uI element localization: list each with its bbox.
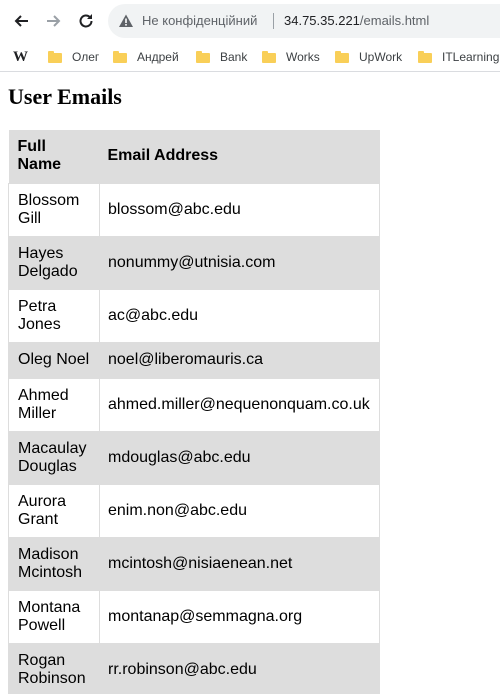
- page-content: User Emails Full Name Email Address Blos…: [0, 73, 500, 694]
- bookmark-oleg[interactable]: Олег: [48, 48, 99, 66]
- cell-email: noel@liberomauris.ca: [99, 341, 380, 379]
- table-row: Hayes Delgado nonummy@utnisia.com: [8, 235, 380, 290]
- cell-full-name: Aurora Grant: [8, 483, 100, 538]
- url-host: 34.75.35.221: [284, 13, 360, 28]
- cell-full-name: Hayes Delgado: [8, 235, 100, 290]
- bookmark-itlearning[interactable]: ITLearning: [418, 48, 499, 66]
- cell-email: ahmed.miller@nequenonquam.co.uk: [99, 377, 380, 432]
- cell-email: mdouglas@abc.edu: [99, 430, 380, 485]
- address-bar[interactable]: Не конфіденційний 34.75.35.221/emails.ht…: [108, 4, 500, 38]
- not-secure-warning-icon[interactable]: [118, 13, 134, 29]
- cell-email: blossom@abc.edu: [99, 182, 380, 237]
- reload-button[interactable]: [72, 7, 100, 35]
- header-email-address: Email Address: [99, 130, 380, 183]
- folder-icon: [262, 51, 276, 63]
- cell-full-name: Macaulay Douglas: [8, 430, 100, 485]
- table-row: Aurora Grant enim.non@abc.edu: [8, 483, 380, 538]
- table-row: Montana Powell montanap@semmagna.org: [8, 589, 380, 644]
- forward-button[interactable]: [40, 7, 68, 35]
- table-row: Ahmed Miller ahmed.miller@nequenonquam.c…: [8, 377, 380, 432]
- bookmark-label: Олег: [72, 50, 100, 64]
- omnibox-divider: [273, 13, 274, 29]
- folder-icon: [335, 51, 349, 63]
- cell-full-name: Petra Jones: [8, 288, 100, 343]
- browser-toolbar: Не конфіденційний 34.75.35.221/emails.ht…: [0, 0, 500, 42]
- user-emails-table: Full Name Email Address Blossom Gill blo…: [8, 130, 380, 694]
- cell-full-name: Oleg Noel: [8, 341, 100, 379]
- cell-email: nonummy@utnisia.com: [99, 235, 380, 290]
- forward-arrow-icon: [47, 15, 61, 27]
- table-row: Petra Jones ac@abc.edu: [8, 288, 380, 343]
- bookmark-upwork[interactable]: UpWork: [335, 48, 402, 66]
- table-row: Rogan Robinson rr.robinson@abc.edu: [8, 642, 380, 694]
- folder-icon: [48, 51, 62, 63]
- cell-full-name: Madison Mcintosh: [8, 536, 100, 591]
- url-path: /emails.html: [359, 13, 430, 28]
- cell-full-name: Rogan Robinson: [8, 642, 100, 694]
- bookmark-label: Bank: [220, 50, 248, 64]
- url-text[interactable]: 34.75.35.221/emails.html: [284, 13, 429, 29]
- folder-icon: [113, 51, 127, 63]
- back-button[interactable]: [7, 7, 35, 35]
- security-status-label[interactable]: Не конфіденційний: [142, 13, 257, 29]
- cell-email: mcintosh@nisiaenean.net: [99, 536, 380, 591]
- bookmark-label: UpWork: [359, 50, 403, 64]
- cell-email: rr.robinson@abc.edu: [99, 642, 380, 694]
- header-full-name: Full Name: [8, 130, 100, 183]
- cell-email: montanap@semmagna.org: [99, 589, 380, 644]
- table-row: Blossom Gill blossom@abc.edu: [8, 182, 380, 237]
- bookmark-andrey[interactable]: Андрей: [113, 48, 179, 66]
- table-row: Macaulay Douglas mdouglas@abc.edu: [8, 430, 380, 485]
- bookmark-wikipedia[interactable]: W: [13, 48, 28, 66]
- cell-full-name: Ahmed Miller: [8, 377, 100, 432]
- cell-full-name: Blossom Gill: [8, 182, 100, 237]
- wikipedia-icon: W: [13, 48, 28, 65]
- folder-icon: [196, 51, 210, 63]
- cell-full-name: Montana Powell: [8, 589, 100, 644]
- back-arrow-icon: [14, 15, 28, 27]
- bookmarks-bar: W Олег Андрей Bank Works UpWork ITLearni…: [0, 42, 500, 72]
- page-title: User Emails: [8, 84, 122, 109]
- cell-email: ac@abc.edu: [99, 288, 380, 343]
- table-row: Madison Mcintosh mcintosh@nisiaenean.net: [8, 536, 380, 591]
- bookmark-label: ITLearning: [442, 50, 500, 64]
- reload-icon: [79, 14, 93, 28]
- bookmark-label: Works: [286, 50, 320, 64]
- table-header-row: Full Name Email Address: [8, 130, 380, 183]
- folder-icon: [418, 51, 432, 63]
- table-row: Oleg Noel noel@liberomauris.ca: [8, 341, 380, 379]
- bookmark-works[interactable]: Works: [262, 48, 320, 66]
- bookmark-label: Андрей: [137, 50, 179, 64]
- bookmark-bank[interactable]: Bank: [196, 48, 247, 66]
- cell-email: enim.non@abc.edu: [99, 483, 380, 538]
